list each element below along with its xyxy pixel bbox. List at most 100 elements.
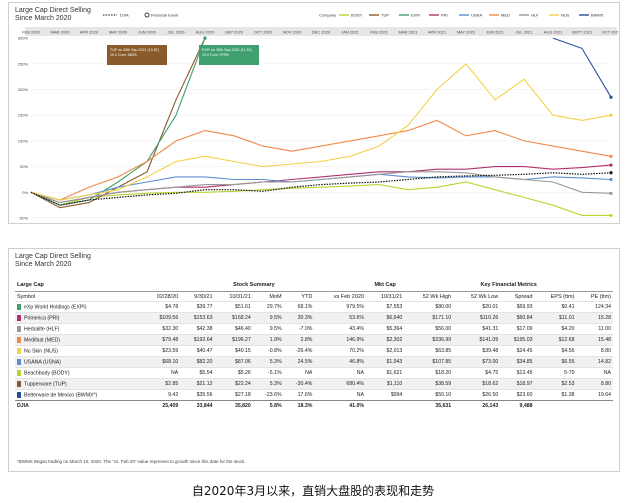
table-row: Medifast (MED) $79.48 $192.64 $196.27 1.9% 2.… [15, 334, 613, 346]
value-cell: 5-70 [534, 367, 577, 379]
value-cell: $13.45 [500, 367, 535, 379]
x-tick-label: SEP 2020 [225, 30, 244, 35]
column-header: YTD [301, 293, 313, 300]
chart-panel: Large Cap Direct Selling Since March 202… [8, 2, 620, 224]
row-color-swatch [17, 391, 21, 398]
value-cell: $68.10 [141, 356, 181, 368]
value-cell: 9.5% [252, 312, 284, 324]
table-subtitle: Since March 2020 [15, 261, 72, 268]
value-cell: 70.2% [314, 345, 367, 357]
value-cell: 19.64 [576, 389, 613, 401]
company-name: Tupperware (TUP) [24, 381, 67, 388]
value-cell: 5.8% [252, 400, 284, 411]
value-cell: $141.05 [453, 334, 501, 346]
value-cell: NA [141, 367, 181, 379]
value-cell: $110.26 [453, 312, 501, 324]
row-color-swatch [17, 380, 21, 387]
series-end-marker [609, 177, 613, 182]
value-cell: $153.63 [180, 312, 215, 324]
value-cell: -23.6% [252, 389, 284, 401]
annotation-text: EXPI on 30th Sep 2021 (11.33) [202, 48, 252, 52]
series-end-marker [609, 95, 613, 99]
value-cell: $23.59 [141, 345, 181, 357]
value-cell: $73.00 [453, 356, 501, 368]
value-cell: 5.3% [252, 356, 284, 368]
value-cell: 11.00 [576, 323, 613, 335]
value-cell: 680.4% [314, 378, 367, 390]
y-tick-label: 200% [18, 87, 29, 92]
value-cell: $2,013 [366, 345, 405, 357]
symbol-cell: USANA (USNA) [15, 356, 142, 368]
value-cell: $195.03 [500, 334, 535, 346]
x-tick-label: MAR 2021 [399, 30, 419, 35]
table-title: Large Cap Direct Selling [15, 253, 91, 260]
value-cell: 1.9% [252, 334, 284, 346]
company-name: Betterware de Mexico (BWMX*) [24, 392, 98, 399]
symbol-cell: Herbalife (HLF) [15, 323, 142, 335]
row-color-swatch [17, 314, 21, 321]
value-cell: $79.48 [141, 334, 181, 346]
value-cell: $60.84 [500, 312, 535, 324]
x-tick-label: AUG 2020 [196, 30, 215, 35]
table-row: eXp World Holdings (EXPI) $4.78 $39.77 $51.… [15, 301, 613, 313]
value-cell: 17.6% [283, 389, 315, 401]
value-cell: 8.80 [576, 378, 613, 390]
value-cell: 41.0% [314, 400, 367, 411]
value-cell: $4.56 [534, 345, 577, 357]
company-name: Primerica (PRI) [24, 315, 60, 322]
value-cell: $192.64 [180, 334, 215, 346]
company-name: Medifast (MED) [24, 337, 61, 344]
x-tick-label: OCT 2020 [254, 30, 273, 35]
column-header: 52 Wk High [422, 293, 452, 300]
column-header: 52 Wk Low [471, 293, 499, 300]
value-cell: 146.9% [314, 334, 367, 346]
value-cell: 8.80 [576, 345, 613, 357]
column-header: vs Feb 2020 [333, 293, 365, 300]
table-row: USANA (USNA) $68.10 $82.20 $87.06 5.3% 24.5% 4… [15, 356, 613, 368]
company-name: Herbalife (HLF) [24, 326, 60, 333]
legend-label-med: MED [501, 13, 510, 18]
series-end-marker [203, 36, 207, 40]
value-cell: $39.77 [180, 301, 215, 313]
value-cell: $4.78 [141, 301, 181, 313]
value-cell [576, 400, 613, 411]
x-tick-label: JUN 2021 [486, 30, 505, 35]
y-tick-label: 0% [22, 190, 28, 195]
value-cell: $56.00 [404, 323, 454, 335]
legend-label-nus: NUS [561, 13, 570, 18]
x-tick-label: JUN 2020 [138, 30, 157, 35]
table-row: Herbalife (HLF) $32.30 $42.38 $46.40 9.5% -7.… [15, 323, 613, 335]
legend-label-body: BODY [351, 13, 363, 18]
value-cell [366, 400, 405, 411]
annotation-text: 10.0 Cum: 680% [110, 53, 138, 57]
column-header: 02/28/20 [156, 293, 179, 300]
value-cell: $35.56 [180, 389, 215, 401]
series-line-med [30, 119, 612, 201]
series-end-marker [609, 171, 613, 175]
value-cell: $11.01 [534, 312, 577, 324]
value-cell: $18.20 [404, 367, 454, 379]
value-cell: 30.3% [283, 312, 315, 324]
x-tick-label: APR 2021 [428, 30, 447, 35]
row-color-swatch [17, 369, 21, 376]
column-header: 9/30/21 [194, 293, 213, 300]
column-header: EPS (ttm) [550, 293, 575, 300]
value-cell: -7.0% [283, 323, 315, 335]
x-tick-label: MAR 2020 [51, 30, 71, 35]
value-cell: 35,820 [214, 400, 253, 411]
value-cell: 68.1% [283, 301, 315, 313]
company-name: USANA (USNA) [24, 359, 61, 366]
legend-event-label: Financial Event [151, 13, 179, 18]
value-cell: 35,631 [404, 400, 454, 411]
table-row: Tupperware (TUP) $2.85 $21.12 $22.24 5.3% -30… [15, 378, 613, 390]
stock-table: Large Cap Stock Summary Mkt Cap Key Fina… [15, 279, 613, 411]
value-cell: -30.4% [283, 378, 315, 390]
value-cell: NA [314, 367, 367, 379]
series-end-marker [609, 113, 613, 117]
legend-label-tup: TUP [381, 13, 389, 18]
x-tick-label: JAN 2021 [341, 30, 359, 35]
value-cell: $27.18 [214, 389, 253, 401]
x-tick-label: MAY 2021 [457, 30, 476, 35]
y-tick-label: 250% [18, 61, 29, 66]
annotation-text: TUP on 30th Sep 2021 (10.87) [110, 48, 159, 52]
